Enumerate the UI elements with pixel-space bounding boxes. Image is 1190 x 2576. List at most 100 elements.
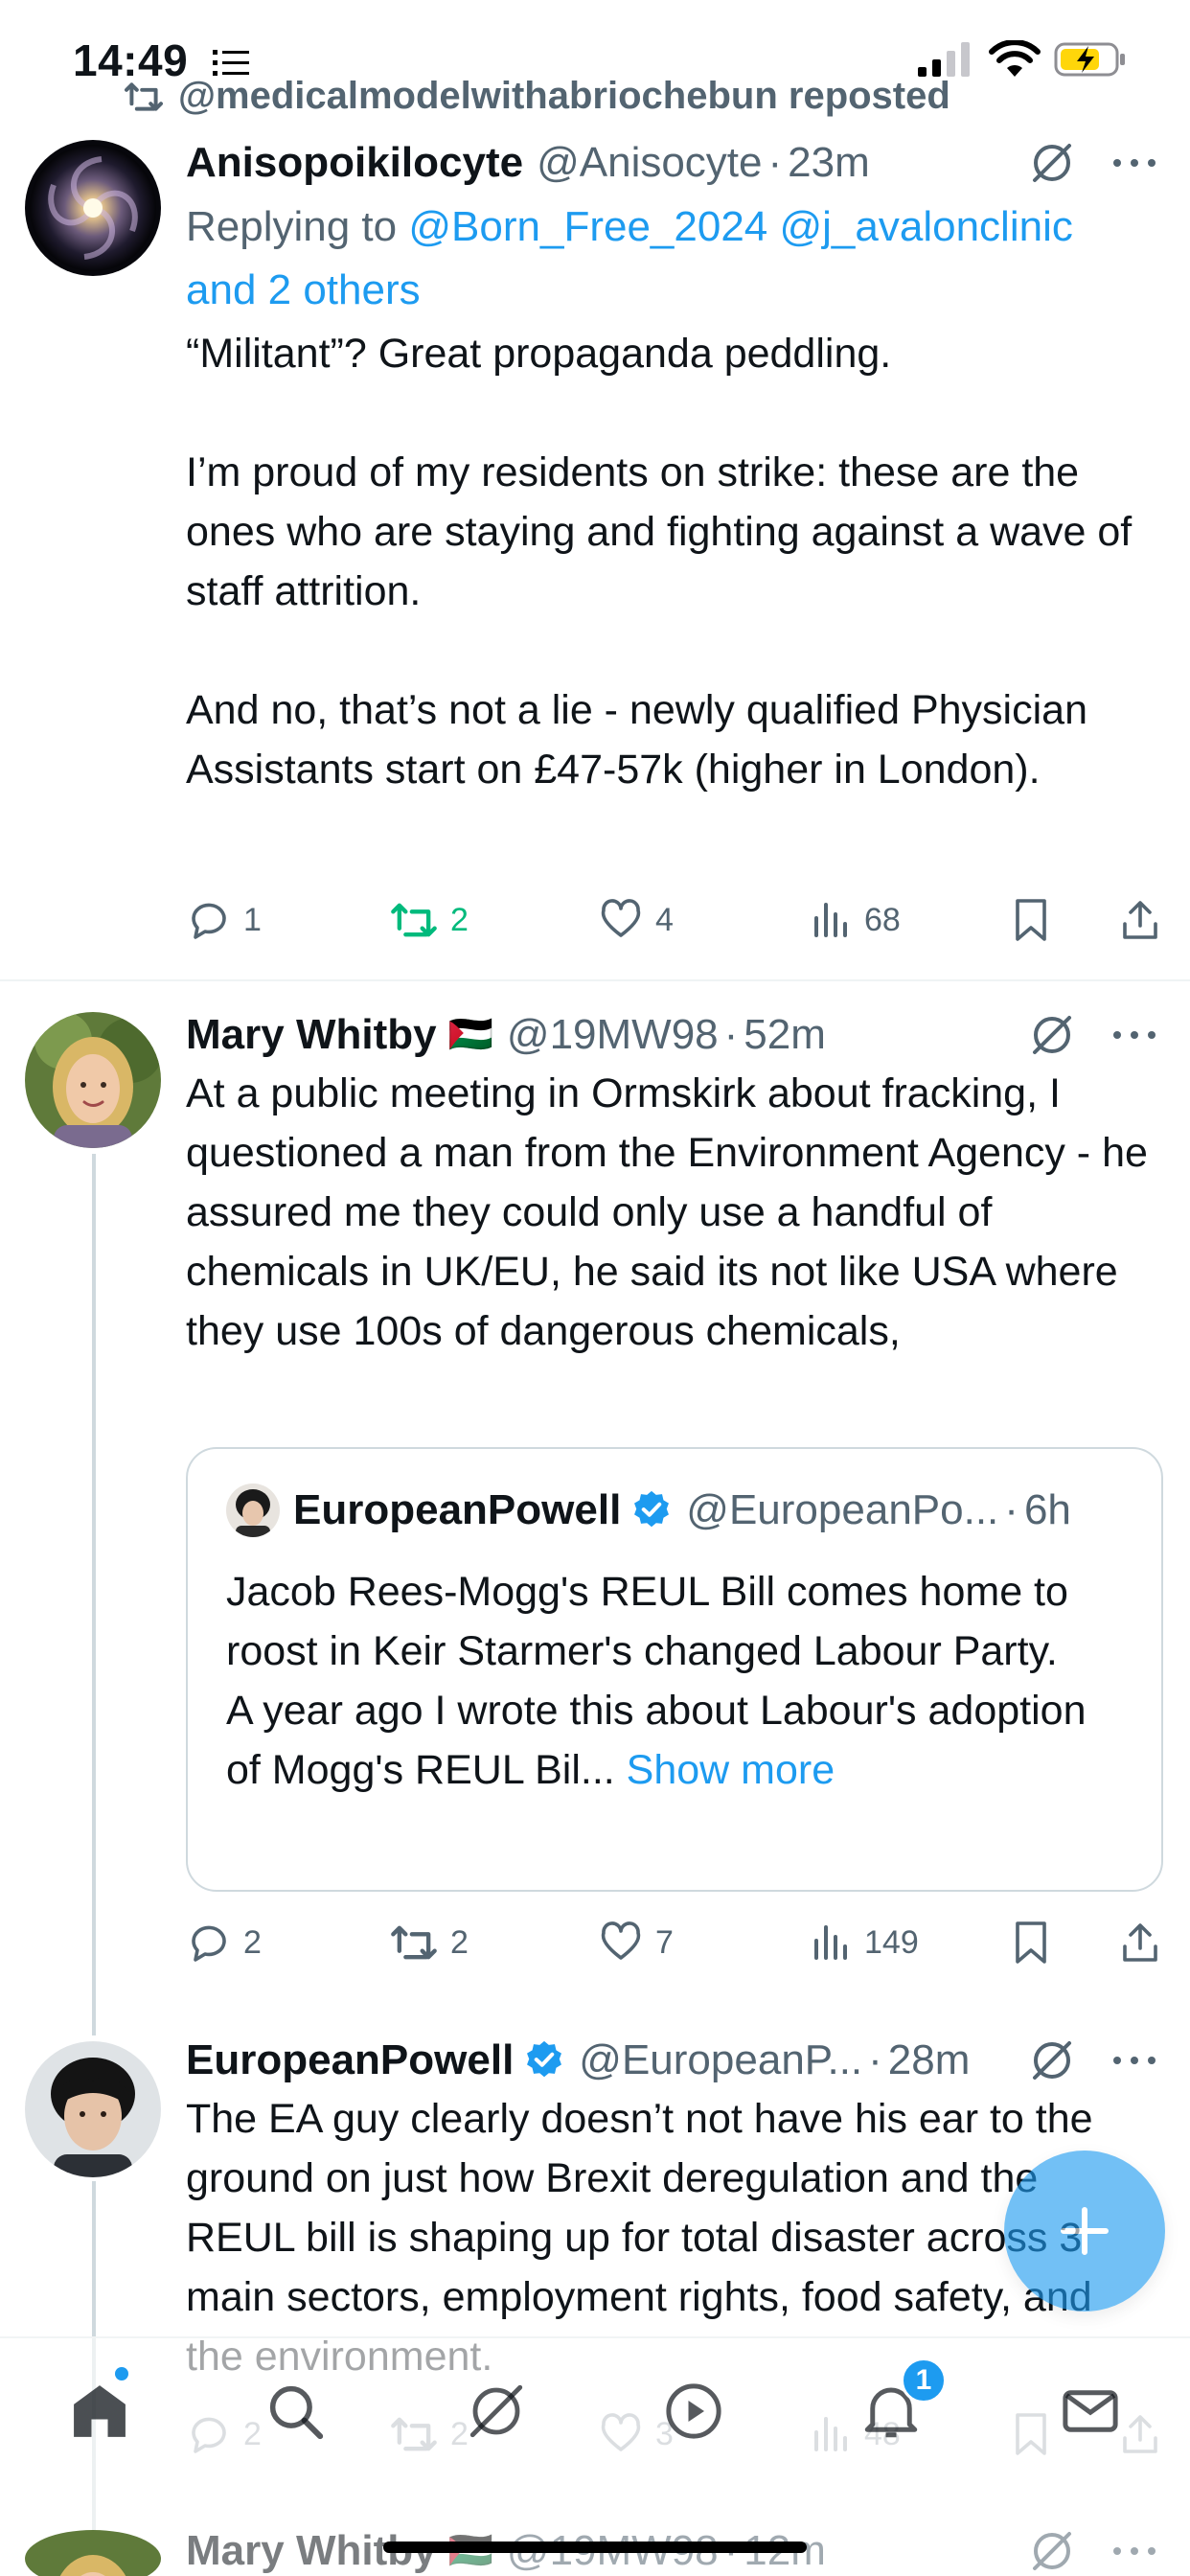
- woman-avatar-image: [25, 1012, 161, 1148]
- author-handle[interactable]: @19MW98: [507, 1011, 719, 1059]
- views-button[interactable]: 149: [807, 1920, 919, 1966]
- more-options-icon[interactable]: [1111, 2542, 1157, 2561]
- man-avatar-image: [25, 2041, 161, 2177]
- tweet-text: “Militant”? Great propaganda peddling. I…: [186, 331, 1133, 793]
- grok-icon[interactable]: [1029, 2037, 1075, 2083]
- verified-badge-icon: [634, 1490, 670, 1528]
- views-chart-icon: [814, 903, 847, 937]
- nav-grok[interactable]: [458, 2373, 535, 2450]
- nav-messages[interactable]: [1052, 2373, 1129, 2450]
- tweet-actions: 2 2 7 149: [186, 1914, 1163, 1971]
- quote-header: EuropeanPowell @EuropeanPo... · 6h: [226, 1484, 1071, 1537]
- view-count: 68: [864, 901, 901, 938]
- status-time: 14:49: [73, 35, 189, 85]
- wifi-icon: [989, 40, 1041, 77]
- reply-button[interactable]: 2: [186, 1920, 262, 1966]
- verified-badge-icon: [527, 2040, 562, 2078]
- separator-dot: ·: [1004, 1486, 1018, 1533]
- tweet-anisopoikilocyte[interactable]: Anisopoikilocyte @Anisocyte · 23m Replyi…: [0, 134, 1190, 978]
- tweet-separator: [0, 979, 1190, 981]
- quote-author-name: EuropeanPowell: [293, 1486, 622, 1533]
- flag-emoji: 🇵🇸: [447, 1015, 493, 1055]
- views-chart-icon: [814, 1925, 847, 1960]
- tweet-text: At a public meeting in Ormskirk about fr…: [186, 1070, 1148, 1354]
- tweet-header: Mary Whitby 🇵🇸 @19MW98 · 52m: [186, 1006, 1163, 1064]
- retweet-count: 2: [450, 901, 469, 938]
- nav-video[interactable]: [655, 2373, 732, 2450]
- mail-icon: [1063, 2390, 1118, 2432]
- like-count: 7: [655, 1923, 674, 1961]
- notifications-badge: 1: [901, 2358, 947, 2404]
- reply-count: 2: [243, 1923, 262, 1961]
- reply-more-link[interactable]: and 2 others: [186, 266, 421, 313]
- tweet-time[interactable]: 28m: [888, 2036, 971, 2084]
- retweet-button[interactable]: 2: [389, 897, 469, 943]
- avatar[interactable]: [25, 140, 161, 276]
- tweet-actions: 1 2 4 68: [186, 891, 1163, 949]
- grok-icon[interactable]: [1029, 140, 1075, 186]
- grok-icon[interactable]: [1029, 1012, 1075, 1058]
- author-handle[interactable]: @Anisocyte: [537, 139, 762, 187]
- author-handle[interactable]: @EuropeanP...: [579, 2036, 862, 2084]
- author-name[interactable]: Mary Whitby: [186, 1011, 437, 1059]
- tweet-header: Anisopoikilocyte @Anisocyte · 23m: [186, 134, 1163, 192]
- compose-button[interactable]: [1004, 2150, 1165, 2312]
- status-indicators: [918, 40, 1127, 79]
- share-button[interactable]: [1117, 897, 1163, 943]
- home-icon: [74, 2385, 126, 2437]
- retweet-icon: [391, 903, 437, 937]
- reply-icon: [192, 1925, 226, 1962]
- search-icon: [269, 2385, 324, 2440]
- cellular-signal-icon: [918, 42, 970, 77]
- more-options-icon[interactable]: [1111, 1025, 1157, 1045]
- battery-icon: [1054, 42, 1125, 77]
- share-button[interactable]: [1117, 1920, 1163, 1966]
- quote-author-handle: @EuropeanPo...: [686, 1486, 999, 1533]
- tweet-time[interactable]: 52m: [744, 1011, 826, 1059]
- replying-to: Replying to @Born_Free_2024 @j_avaloncli…: [186, 196, 1144, 322]
- tweet-time[interactable]: 23m: [788, 139, 870, 187]
- woman-avatar-image: [25, 2530, 161, 2576]
- like-button[interactable]: 4: [598, 897, 674, 943]
- grok-icon: [469, 2384, 523, 2438]
- replying-to-label: Replying to: [186, 203, 409, 250]
- tweet-header: EuropeanPowell @EuropeanP... · 28m: [186, 2032, 1163, 2089]
- more-options-icon[interactable]: [1111, 153, 1157, 172]
- home-indicator[interactable]: [383, 2542, 807, 2553]
- avatar[interactable]: [25, 2530, 161, 2576]
- show-more-link[interactable]: Show more: [627, 1747, 835, 1793]
- views-button[interactable]: 68: [807, 897, 901, 943]
- bookmark-icon: [1016, 899, 1046, 941]
- avatar[interactable]: [25, 2041, 161, 2177]
- separator-dot: ·: [868, 2036, 882, 2083]
- retweet-icon: [391, 1925, 437, 1960]
- grok-icon[interactable]: [1029, 2528, 1075, 2574]
- like-button[interactable]: 7: [598, 1920, 674, 1966]
- play-icon: [666, 2383, 721, 2439]
- view-count: 149: [864, 1923, 919, 1961]
- nav-search[interactable]: [257, 2373, 333, 2450]
- man-avatar-image: [226, 1484, 280, 1537]
- reply-mentions[interactable]: @Born_Free_2024 @j_avalonclinic: [408, 203, 1073, 250]
- separator-dot: ·: [723, 1011, 739, 1058]
- share-icon: [1123, 1923, 1157, 1962]
- heart-icon: [601, 1921, 641, 1960]
- nav-home[interactable]: [61, 2373, 138, 2450]
- avatar[interactable]: [25, 1012, 161, 1148]
- reply-button[interactable]: 1: [186, 897, 262, 943]
- galaxy-avatar-image: [25, 140, 161, 276]
- author-name[interactable]: Anisopoikilocyte: [186, 139, 523, 187]
- status-bar: 14:49: [0, 0, 1190, 91]
- more-options-icon[interactable]: [1111, 2051, 1157, 2070]
- heart-icon: [601, 899, 641, 937]
- quoted-tweet[interactable]: EuropeanPowell @EuropeanPo... · 6h Jacob…: [186, 1447, 1163, 1892]
- plus-icon: [1061, 2207, 1109, 2255]
- bookmark-button[interactable]: [1010, 1920, 1052, 1966]
- reply-count: 1: [243, 901, 262, 938]
- author-name[interactable]: EuropeanPowell: [186, 2036, 514, 2084]
- separator-dot: ·: [767, 139, 783, 186]
- retweet-count: 2: [450, 1923, 469, 1961]
- retweet-button[interactable]: 2: [389, 1920, 469, 1966]
- bookmark-button[interactable]: [1010, 897, 1052, 943]
- quote-time: 6h: [1023, 1486, 1071, 1533]
